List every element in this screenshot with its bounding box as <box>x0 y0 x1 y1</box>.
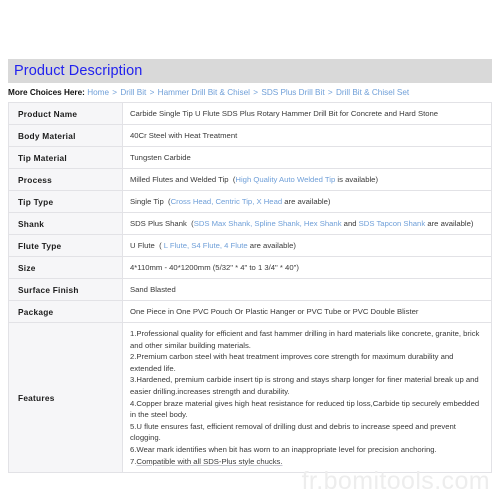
spec-value-tail: are available) <box>247 241 296 250</box>
spec-label: Body Material <box>8 124 123 147</box>
spec-label: Tip Material <box>8 146 123 169</box>
product-description-header: Product Description <box>8 59 492 83</box>
spec-value: Carbide Single Tip U Flute SDS Plus Rota… <box>122 102 492 125</box>
feature-line-6: 6.Wear mark identifies when bit has worn… <box>130 444 437 454</box>
feature-line-4: 4.Copper braze material gives high heat … <box>130 398 480 420</box>
spec-value-tail: is available) <box>335 175 379 184</box>
spec-value-conjunction: and <box>341 219 359 228</box>
feature-line-1: 1.Professional quality for efficient and… <box>130 329 480 350</box>
feature-line-7: 7.Compatible with all SDS-Plus style chu… <box>130 456 485 468</box>
spec-label: Size <box>8 256 123 279</box>
table-row: Tip Type Single Tip (Cross Head, Centric … <box>8 190 492 213</box>
spec-value: 4*110mm - 40*1200mm (5/32" * 4" to 1 3/4… <box>122 256 492 279</box>
product-spec-table: Product Name Carbide Single Tip U Flute S… <box>8 102 492 474</box>
spec-value-alternative-2[interactable]: SDS Tapcon Shank <box>359 219 426 228</box>
features-label: Features <box>8 321 123 474</box>
spec-value-alternative[interactable]: SDS Max Shank, Spline Shank, Hex Shank <box>194 219 342 228</box>
spec-value: U Flute ( L Flute, S4 Flute, 4 Flute are… <box>122 234 492 257</box>
feature-line-text-flagged: Compatible with all SDS-Plus style chuck… <box>136 456 283 466</box>
spec-value: SDS Plus Shank (SDS Max Shank, Spline Sh… <box>122 212 492 235</box>
breadcrumb-item-3[interactable]: Hammer Drill Bit & Chisel <box>158 88 250 97</box>
breadcrumb-trail: Home > Drill Bit > Hammer Drill Bit & Ch… <box>87 88 409 97</box>
spec-value-main: Milled Flutes and Welded Tip <box>130 175 229 184</box>
breadcrumb-separator: > <box>251 88 261 97</box>
spec-value-main: U Flute <box>130 241 155 250</box>
spec-value-alternative[interactable]: Cross Head, Centric Tip, X Head <box>171 197 283 206</box>
feature-line-5: 5.U flute ensures fast, efficient remova… <box>130 421 456 443</box>
breadcrumb-separator: > <box>147 88 157 97</box>
spec-label: Shank <box>8 212 123 235</box>
table-row: Process Milled Flutes and Welded Tip (Hig… <box>8 168 492 191</box>
breadcrumb-label: More Choices Here <box>8 88 83 97</box>
breadcrumb-item-2[interactable]: Drill Bit <box>120 88 146 97</box>
breadcrumb-item-5[interactable]: Drill Bit & Chisel Set <box>336 88 409 97</box>
table-row: Shank SDS Plus Shank (SDS Max Shank, Spli… <box>8 212 492 235</box>
spec-value: Single Tip (Cross Head, Centric Tip, X H… <box>122 190 492 213</box>
spec-value: Milled Flutes and Welded Tip (High Quali… <box>122 168 492 191</box>
spec-value-tail: are available) <box>425 219 474 228</box>
spec-label: Process <box>8 168 123 191</box>
spec-label: Tip Type <box>8 190 123 213</box>
spec-value: 40Cr Steel with Heat Treatment <box>122 124 492 147</box>
breadcrumb-colon: : <box>82 88 85 97</box>
page-title: Product Description <box>14 62 143 79</box>
breadcrumb: More Choices Here: Home > Drill Bit > Ha… <box>8 87 492 98</box>
spec-value-main: Single Tip <box>130 197 164 206</box>
spec-value: One Piece in One PVC Pouch Or Plastic Ha… <box>122 300 492 323</box>
spec-label: Surface Finish <box>8 278 123 301</box>
breadcrumb-item-4[interactable]: SDS Plus Drill Bit <box>261 88 324 97</box>
spec-value-main: SDS Plus Shank <box>130 219 187 228</box>
feature-line-3: 3.Hardened, premium carbide insert tip i… <box>130 375 479 396</box>
spec-value: Tungsten Carbide <box>122 146 492 169</box>
features-value: 1.Professional quality for efficient and… <box>122 321 492 474</box>
breadcrumb-separator: > <box>110 88 120 97</box>
table-row: Tip Material Tungsten Carbide <box>8 146 492 169</box>
table-row: Surface Finish Sand Blasted <box>8 278 492 301</box>
feature-line-2: 2.Premium carbon steel with heat treatme… <box>130 352 454 373</box>
spec-value: Sand Blasted <box>122 278 492 301</box>
table-row: Flute Type U Flute ( L Flute, S4 Flute, 4… <box>8 234 492 257</box>
product-description-page: Product Description More Choices Here: H… <box>0 0 500 500</box>
spec-value-alternative[interactable]: High Quality Auto Welded Tip <box>235 175 335 184</box>
table-row: Body Material 40Cr Steel with Heat Treatm… <box>8 124 492 147</box>
table-row-features: Features 1.Professional quality for effic… <box>8 321 492 474</box>
site-watermark: fr.bomitools.com <box>301 467 490 495</box>
spec-label: Package <box>8 300 123 323</box>
spec-value-alternative[interactable]: L Flute, S4 Flute, 4 Flute <box>162 241 248 250</box>
table-row: Package One Piece in One PVC Pouch Or Pla… <box>8 300 492 323</box>
table-row: Product Name Carbide Single Tip U Flute S… <box>8 102 492 125</box>
table-row: Size 4*110mm - 40*1200mm (5/32" * 4" to 1… <box>8 256 492 279</box>
spec-label: Flute Type <box>8 234 123 257</box>
spec-value-tail: are available) <box>282 197 331 206</box>
breadcrumb-separator: > <box>325 88 335 97</box>
spec-label: Product Name <box>8 102 123 125</box>
breadcrumb-item-1[interactable]: Home <box>87 88 109 97</box>
